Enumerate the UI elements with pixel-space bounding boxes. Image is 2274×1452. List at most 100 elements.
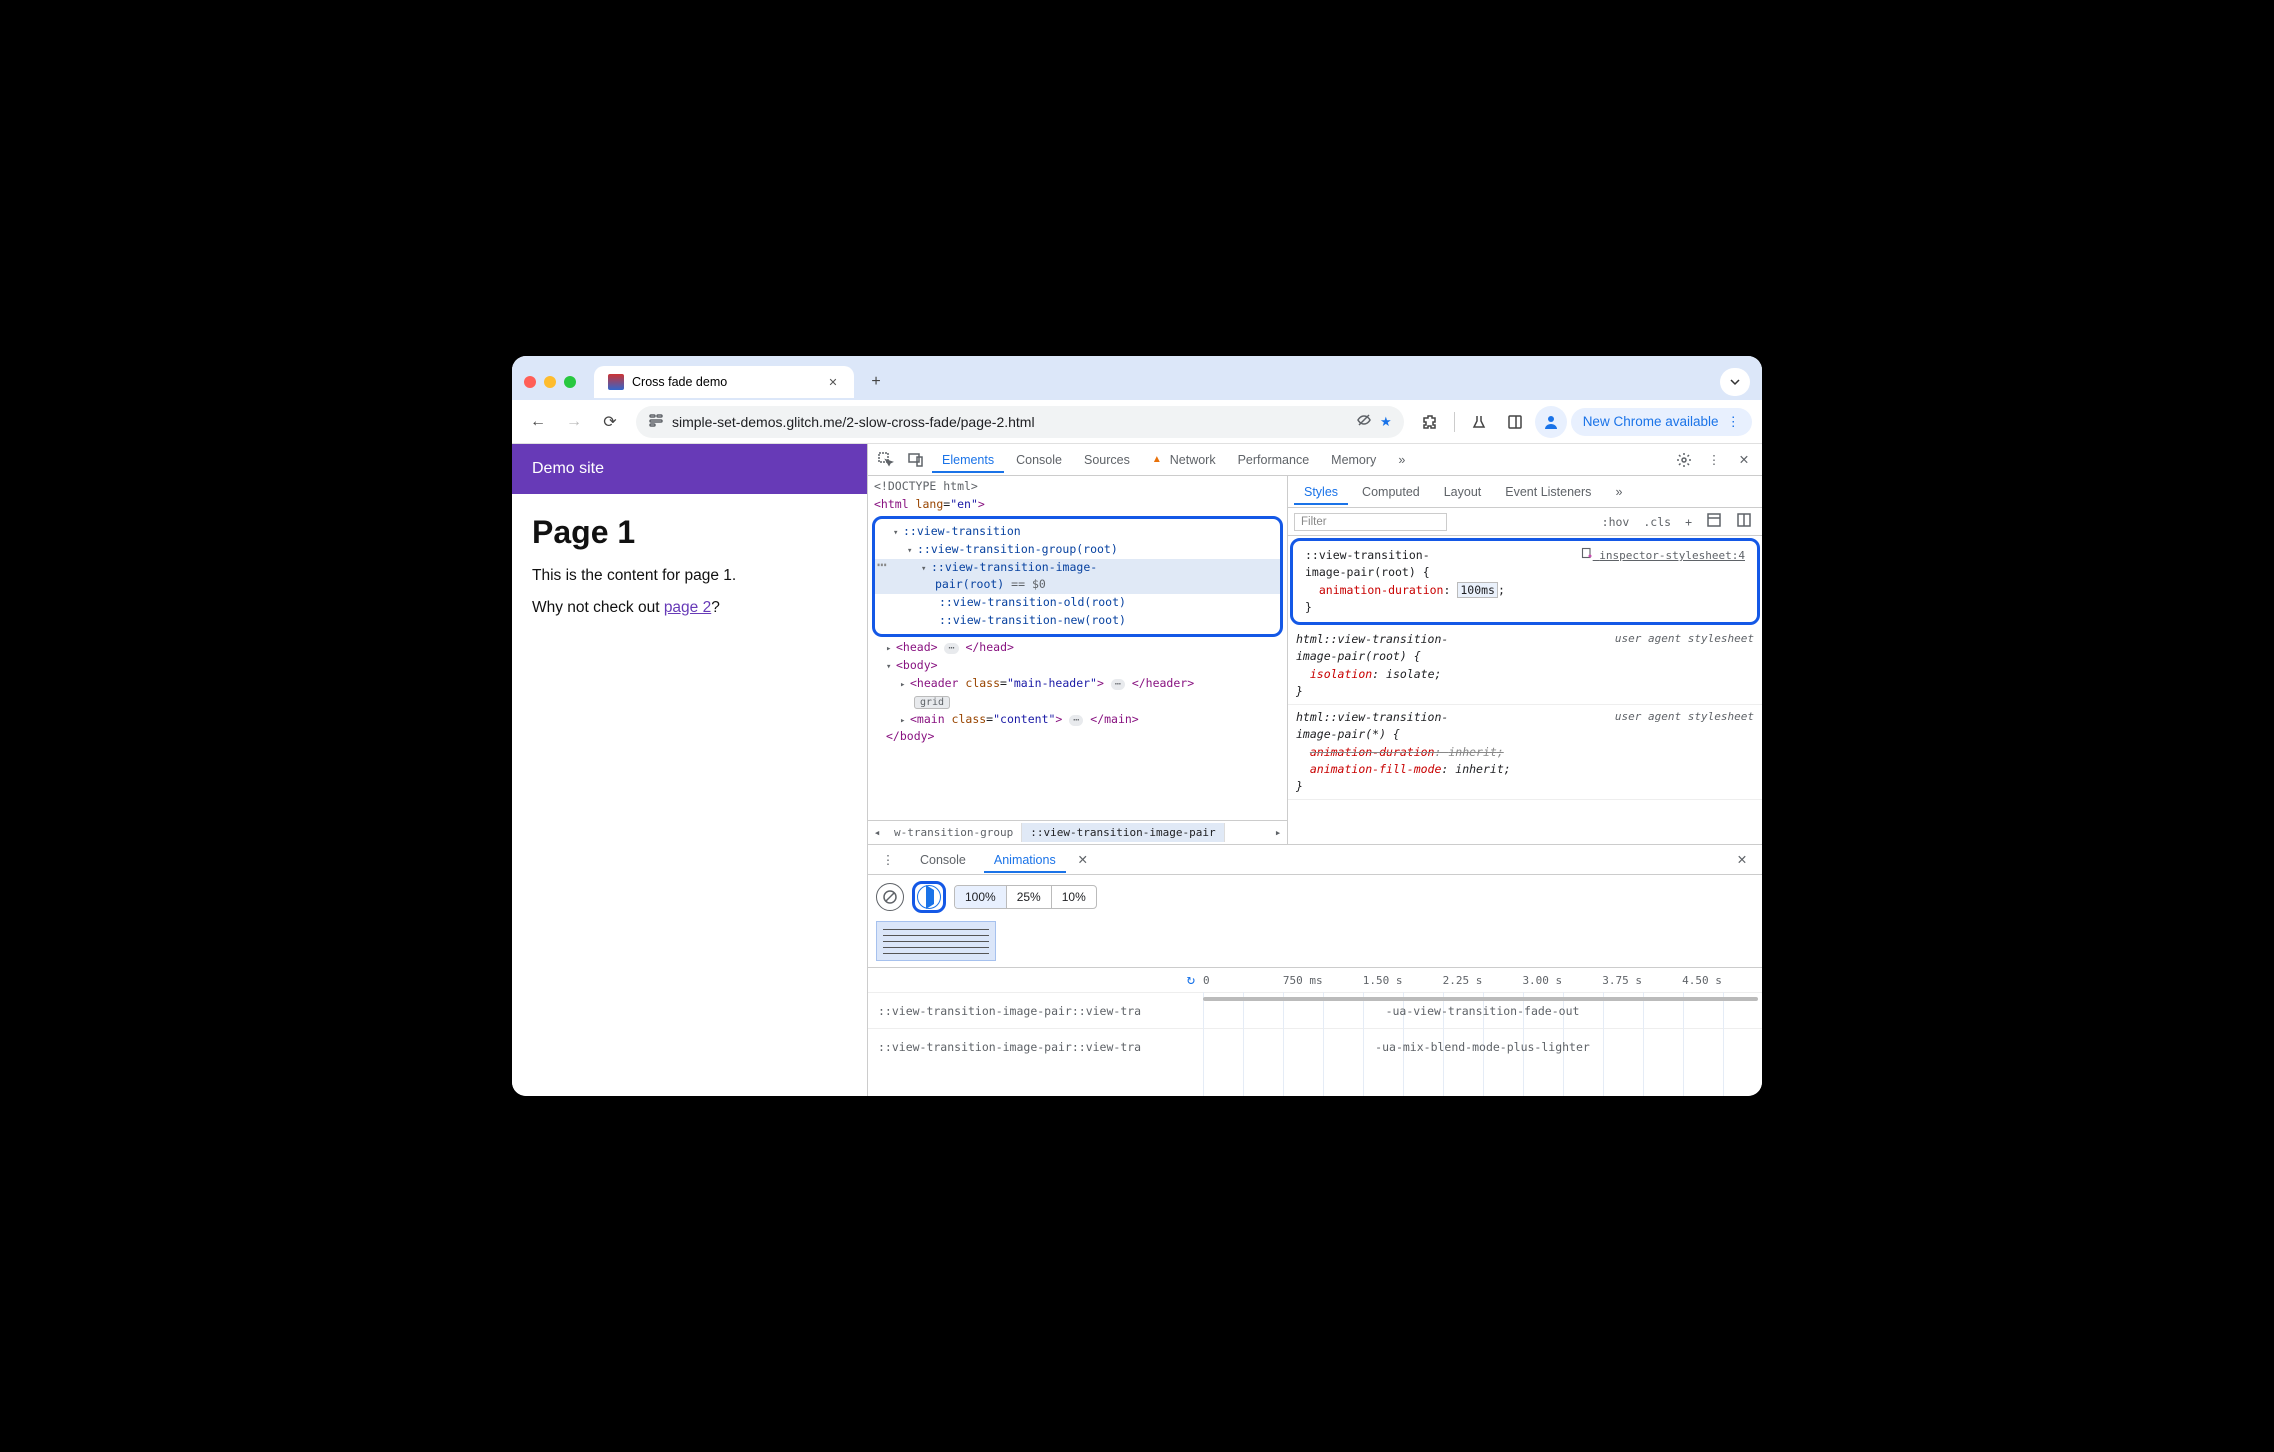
tab-layout[interactable]: Layout xyxy=(1434,479,1492,505)
devtools-main-tabs: Elements Console Sources Network Perform… xyxy=(868,444,1762,476)
more-icon: ⋮ xyxy=(1727,414,1741,430)
favicon xyxy=(608,374,624,390)
drawer-menu-button[interactable]: ⋮ xyxy=(874,852,902,867)
dom-vt-group[interactable]: ::view-transition-group(root) xyxy=(875,541,1280,559)
eye-off-icon[interactable] xyxy=(1356,412,1372,431)
update-label: New Chrome available xyxy=(1583,414,1719,429)
hov-toggle[interactable]: :hov xyxy=(1598,513,1634,531)
tab-performance[interactable]: Performance xyxy=(1228,447,1320,473)
forward-button[interactable]: → xyxy=(558,406,590,438)
computed-sidebar-button[interactable] xyxy=(1702,510,1726,533)
devtools-main-area: <!DOCTYPE html> <html lang="en"> ::view-… xyxy=(868,476,1762,844)
rendering-button[interactable] xyxy=(1732,510,1756,533)
time-ruler: ↻ 0 750 ms 1.50 s 2.25 s 3.00 s 3.75 s 4… xyxy=(868,968,1762,992)
address-bar[interactable]: simple-set-demos.glitch.me/2-slow-cross-… xyxy=(636,406,1404,438)
reload-button[interactable]: ⟳ xyxy=(594,406,626,438)
dom-main[interactable]: <main class="content"> ⋯ </main> xyxy=(868,711,1287,729)
tab-elements[interactable]: Elements xyxy=(932,447,1004,473)
elements-panel: <!DOCTYPE html> <html lang="en"> ::view-… xyxy=(868,476,1288,844)
dom-body-open[interactable]: <body> xyxy=(868,657,1287,675)
new-tab-button[interactable]: + xyxy=(862,368,890,396)
page-2-link[interactable]: page 2 xyxy=(664,599,711,616)
window-minimize-button[interactable] xyxy=(544,376,556,388)
gear-icon xyxy=(1676,452,1692,468)
tab-network[interactable]: Network xyxy=(1142,447,1226,473)
dom-tree[interactable]: <!DOCTYPE html> <html lang="en"> ::view-… xyxy=(868,476,1287,820)
clear-animations-button[interactable] xyxy=(876,883,904,911)
side-panel-button[interactable] xyxy=(1499,406,1531,438)
drawer-tab-console[interactable]: Console xyxy=(910,847,976,873)
settings-button[interactable] xyxy=(1670,452,1698,468)
update-chrome-chip[interactable]: New Chrome available ⋮ xyxy=(1571,408,1752,436)
labs-button[interactable] xyxy=(1463,406,1495,438)
dom-vt[interactable]: ::view-transition xyxy=(875,523,1280,541)
animation-timeline[interactable]: ↻ 0 750 ms 1.50 s 2.25 s 3.00 s 3.75 s 4… xyxy=(868,967,1762,1096)
page-paragraph-2: Why not check out page 2? xyxy=(532,599,847,617)
rule-origin-link[interactable]: inspector-stylesheet:4 xyxy=(1581,547,1745,565)
style-rule-2[interactable]: user agent stylesheet html::view-transit… xyxy=(1288,627,1762,705)
styles-toolbar: Filter :hov .cls + xyxy=(1288,508,1762,536)
dom-html-open[interactable]: <html lang="en"> xyxy=(868,496,1287,514)
tab-styles[interactable]: Styles xyxy=(1294,479,1348,505)
dom-vt-image-pair-2[interactable]: pair(root) == $0 xyxy=(875,576,1280,594)
site-settings-icon[interactable] xyxy=(648,412,664,431)
replay-button[interactable]: ↻ xyxy=(1187,972,1195,988)
tab-event-listeners[interactable]: Event Listeners xyxy=(1495,479,1601,505)
bookmark-star-icon[interactable]: ★ xyxy=(1380,414,1392,430)
dom-breadcrumb: ◂ w-transition-group ::view-transition-i… xyxy=(868,820,1287,844)
tab-memory[interactable]: Memory xyxy=(1321,447,1386,473)
window-close-button[interactable] xyxy=(524,376,536,388)
close-tab-button[interactable] xyxy=(826,375,840,389)
tab-sources[interactable]: Sources xyxy=(1074,447,1140,473)
style-rule-1[interactable]: inspector-stylesheet:4 ::view-transition… xyxy=(1297,543,1753,620)
breadcrumb-item[interactable]: w-transition-group xyxy=(886,823,1022,842)
dom-header[interactable]: <header class="main-header"> ⋯ </header> xyxy=(868,675,1287,693)
dom-grid-badge[interactable]: grid xyxy=(868,693,1287,711)
new-style-rule-button[interactable]: + xyxy=(1681,513,1696,531)
site-title: Demo site xyxy=(532,460,604,477)
back-button[interactable]: ← xyxy=(522,406,554,438)
animation-duration-value[interactable]: 100ms xyxy=(1457,582,1498,598)
play-button[interactable] xyxy=(917,885,941,909)
tab-overflow-button[interactable] xyxy=(1720,368,1750,396)
tab-styles-overflow[interactable]: » xyxy=(1605,479,1632,505)
device-toolbar-button[interactable] xyxy=(902,452,930,468)
styles-body[interactable]: inspector-stylesheet:4 ::view-transition… xyxy=(1288,536,1762,844)
dom-vt-old[interactable]: ::view-transition-old(root) xyxy=(875,594,1280,612)
speed-100[interactable]: 100% xyxy=(955,886,1007,908)
view-transition-highlight: ::view-transition ::view-transition-grou… xyxy=(872,516,1283,637)
dom-doctype[interactable]: <!DOCTYPE html> xyxy=(868,478,1287,496)
breadcrumb-prev-button[interactable]: ◂ xyxy=(868,826,886,839)
style-rule-3[interactable]: user agent stylesheet html::view-transit… xyxy=(1288,705,1762,800)
speed-25[interactable]: 25% xyxy=(1007,886,1052,908)
speed-10[interactable]: 10% xyxy=(1052,886,1096,908)
animations-toolbar: 100% 25% 10% xyxy=(868,875,1762,919)
close-animations-tab[interactable]: ✕ xyxy=(1074,852,1092,867)
styles-tabs: Styles Computed Layout Event Listeners » xyxy=(1288,476,1762,508)
browser-tab[interactable]: Cross fade demo xyxy=(594,366,854,398)
dom-vt-new[interactable]: ::view-transition-new(root) xyxy=(875,612,1280,630)
animation-group-preview[interactable] xyxy=(876,921,996,961)
close-devtools-button[interactable]: ✕ xyxy=(1730,452,1758,467)
playback-speed-group: 100% 25% 10% xyxy=(954,885,1097,909)
dom-body-close[interactable]: </body> xyxy=(868,728,1287,746)
animation-row-2[interactable]: ::view-transition-image-pair::view-tra -… xyxy=(868,1028,1762,1064)
close-drawer-button[interactable]: ✕ xyxy=(1728,852,1756,867)
tab-computed[interactable]: Computed xyxy=(1352,479,1430,505)
drawer-tab-animations[interactable]: Animations xyxy=(984,847,1066,873)
styles-filter-input[interactable]: Filter xyxy=(1294,513,1447,531)
rendered-page: Demo site Page 1 This is the content for… xyxy=(512,444,867,1096)
profile-button[interactable] xyxy=(1535,406,1567,438)
inspect-element-button[interactable] xyxy=(872,452,900,468)
tab-console[interactable]: Console xyxy=(1006,447,1072,473)
tab-overflow[interactable]: » xyxy=(1388,447,1415,473)
breadcrumb-next-button[interactable]: ▸ xyxy=(1269,826,1287,839)
animation-row-1[interactable]: ::view-transition-image-pair::view-tra -… xyxy=(868,992,1762,1028)
cls-toggle[interactable]: .cls xyxy=(1639,513,1675,531)
dom-vt-image-pair[interactable]: ⋯ ::view-transition-image- xyxy=(875,559,1280,577)
breadcrumb-item-current[interactable]: ::view-transition-image-pair xyxy=(1022,823,1224,842)
dom-head[interactable]: <head> ⋯ </head> xyxy=(868,639,1287,657)
more-button[interactable]: ⋮ xyxy=(1700,452,1728,467)
window-maximize-button[interactable] xyxy=(564,376,576,388)
extensions-button[interactable] xyxy=(1414,406,1446,438)
